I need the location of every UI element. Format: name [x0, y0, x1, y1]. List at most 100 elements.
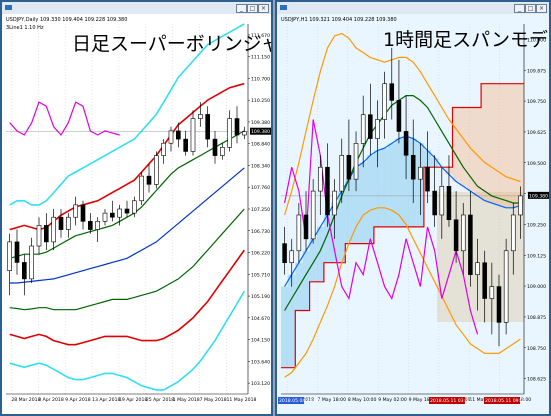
- y-tick-label: 103.640: [251, 359, 270, 365]
- x-tick-label: 13 Apr 2018: [92, 397, 120, 403]
- span-cloud: [309, 238, 317, 282]
- candle-body: [511, 214, 516, 252]
- y-tick-label: 109.380: [251, 120, 270, 126]
- candle-body: [496, 286, 502, 323]
- span-cloud: [302, 250, 310, 311]
- hourly-chart: 110.000109.875109.750109.625109.500109.3…: [277, 14, 549, 414]
- span-cloud: [502, 83, 510, 208]
- candle-body: [425, 166, 430, 192]
- candle-body: [51, 216, 56, 243]
- span-cloud: [488, 83, 496, 204]
- candle-body: [234, 118, 240, 136]
- daily-chart: 111.670111.150110.700110.250109.380108.8…: [2, 14, 271, 414]
- candle-body: [7, 241, 12, 271]
- x-tick-label: 11 May 2018: [226, 397, 256, 403]
- candle-body: [132, 200, 137, 214]
- candle-body: [73, 204, 78, 218]
- candle-body: [403, 131, 409, 156]
- candle-body: [453, 219, 459, 252]
- time-badge-2-text: 2018.05.11 09:00: [485, 398, 526, 404]
- candle-body: [375, 119, 380, 139]
- y-tick-label: 111.150: [251, 55, 270, 61]
- candle-body: [227, 118, 232, 148]
- x-tick-label: 28 Mar 2018: [11, 397, 40, 403]
- candle-body: [22, 262, 27, 280]
- y-tick-label: 109.750: [527, 99, 546, 105]
- x-tick-label: 9 May 02:00: [378, 397, 407, 403]
- candle-body: [460, 214, 466, 252]
- candle-body: [332, 190, 337, 216]
- candle-body: [220, 147, 225, 156]
- candle-body: [468, 214, 473, 275]
- candle-body: [489, 286, 495, 299]
- symbol-label: USDJPY,H1 109.321 109.404 109.228 109.38…: [281, 17, 397, 23]
- candle-body: [14, 241, 20, 263]
- y-tick-label: 109.625: [527, 130, 546, 136]
- chart-title: 1時間足スパンモデル: [383, 29, 549, 51]
- candle-body: [282, 243, 287, 264]
- span-cloud: [452, 107, 460, 182]
- span-cloud: [481, 83, 489, 201]
- y-tick-label: 109.250: [527, 222, 546, 228]
- y-tick-label: 108.340: [251, 163, 270, 169]
- y-tick-label: 104.670: [251, 316, 270, 322]
- y-tick-label: 107.250: [251, 207, 270, 213]
- candle-body: [190, 118, 196, 152]
- candle-body: [168, 130, 174, 144]
- y-tick-label: 108.750: [527, 346, 546, 352]
- candle-body: [339, 154, 345, 192]
- time-badge-start-text: 2018.05.04 00:00: [279, 398, 320, 404]
- candle-body: [410, 154, 416, 180]
- candle-body: [80, 204, 86, 222]
- candle-body: [154, 155, 159, 185]
- x-tick-label: 7 May 18:00: [317, 397, 346, 403]
- chart-title: 日足スーパーボリンジャー: [72, 33, 271, 55]
- candle-body: [176, 130, 181, 140]
- candle-body: [296, 214, 302, 252]
- span-cloud: [388, 143, 396, 227]
- candle-body: [418, 166, 423, 180]
- candle-body: [310, 190, 316, 240]
- candle-body: [36, 225, 42, 247]
- price-axis: 111.670111.150110.700110.250109.380108.8…: [247, 24, 270, 394]
- candle-body: [198, 114, 203, 119]
- candle-body: [360, 114, 366, 144]
- y-tick-label: 108.625: [527, 377, 546, 383]
- y-tick-label: 105.190: [251, 294, 270, 300]
- y-tick-label: 109.500: [527, 161, 546, 167]
- candle-body: [102, 212, 108, 222]
- last-price-label: 109.380: [251, 129, 270, 135]
- candle-body: [117, 208, 122, 218]
- candle-body: [482, 262, 487, 299]
- x-tick-label: 19 Apr 2018: [119, 397, 147, 403]
- candle-body: [183, 138, 188, 152]
- y-tick-label: 108.875: [527, 315, 546, 321]
- candle-body: [368, 114, 373, 139]
- daily-chart-window[interactable]: _ □ × 111.670 111.150 110.700 110.250 109.38…: [0, 0, 273, 416]
- x-tick-label: 9 Apr 2018: [65, 397, 91, 403]
- candle-body: [389, 83, 395, 101]
- hourly-chart-window[interactable]: _ □ × 110.000 109.875 109.750 109.625 109.50…: [275, 0, 551, 416]
- candle-body: [346, 154, 352, 180]
- candle-body: [242, 131, 247, 136]
- span-cloud: [359, 162, 367, 244]
- span-cloud: [495, 83, 503, 206]
- x-tick-label: 1 May 2018: [173, 397, 200, 403]
- candle-body: [58, 216, 64, 230]
- candle-body: [318, 166, 323, 192]
- candle-body: [503, 250, 509, 323]
- candle-body: [146, 175, 152, 185]
- y-tick-label: 110.700: [251, 76, 270, 82]
- candle-body: [446, 186, 452, 221]
- y-tick-label: 108.840: [251, 142, 270, 148]
- y-tick-label: 110.250: [251, 98, 270, 104]
- candle-body: [396, 100, 402, 132]
- candle-body: [353, 143, 359, 180]
- x-tick-label: 25 Apr 2018: [146, 397, 174, 403]
- candle-body: [432, 190, 437, 216]
- candle-body: [124, 208, 130, 214]
- y-tick-label: 105.710: [251, 272, 270, 278]
- candle-body: [518, 195, 523, 216]
- y-tick-label: 107.760: [251, 185, 270, 191]
- candle-body: [289, 250, 294, 264]
